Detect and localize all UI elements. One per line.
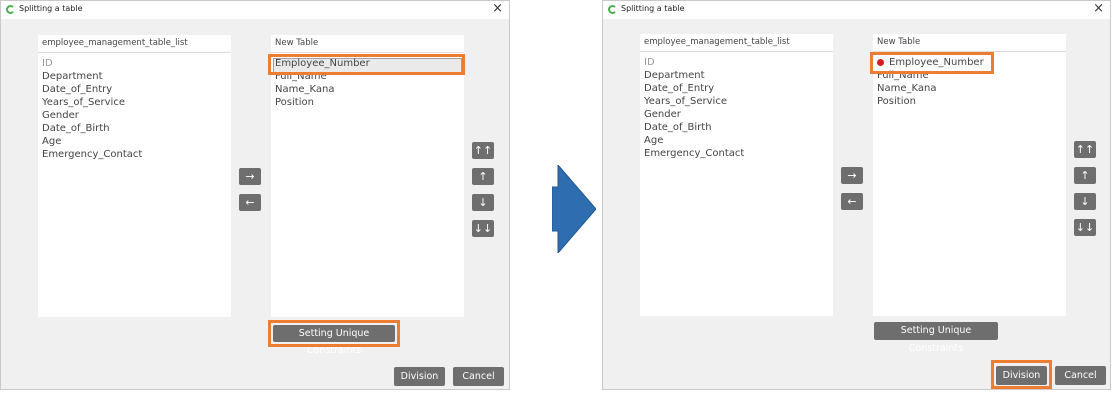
- list-item[interactable]: Department: [42, 70, 142, 83]
- source-table-list[interactable]: employee_management_table_list ID Depart…: [640, 34, 833, 316]
- move-right-button[interactable]: →: [239, 168, 261, 185]
- title-bar: Splitting a table ×: [603, 1, 1110, 19]
- close-icon[interactable]: ×: [1093, 2, 1104, 16]
- list-item[interactable]: ID: [42, 57, 142, 70]
- cancel-button[interactable]: Cancel: [453, 367, 504, 386]
- transition-arrow-icon: [552, 165, 596, 253]
- dialog-content: employee_management_table_list ID Depart…: [1, 19, 509, 389]
- new-table-header: New Table: [873, 34, 1066, 52]
- move-down-button[interactable]: ↓: [472, 194, 494, 211]
- new-table-header: New Table: [271, 35, 464, 53]
- move-bottom-button[interactable]: ↓↓: [1074, 219, 1096, 236]
- app-logo-icon: [6, 5, 15, 14]
- move-up-button[interactable]: ↑: [1074, 167, 1096, 184]
- move-top-button[interactable]: ↑↑: [1074, 141, 1096, 158]
- new-table-list[interactable]: New Table Employee_Number Full_Name Name…: [873, 34, 1066, 316]
- dialog-content: employee_management_table_list ID Depart…: [603, 19, 1110, 389]
- list-item[interactable]: Age: [42, 135, 142, 148]
- new-table-list[interactable]: New Table Employee_Number Full_Name Name…: [271, 35, 464, 317]
- list-item[interactable]: Emergency_Contact: [42, 148, 142, 161]
- split-table-dialog-before: Splitting a table × employee_management_…: [0, 0, 510, 390]
- move-left-button[interactable]: ←: [841, 193, 863, 210]
- list-item[interactable]: Age: [644, 134, 744, 147]
- list-item[interactable]: Gender: [644, 108, 744, 121]
- title-bar: Splitting a table ×: [1, 1, 509, 19]
- move-down-button[interactable]: ↓: [1074, 193, 1096, 210]
- split-table-dialog-after: Splitting a table × employee_management_…: [602, 0, 1111, 390]
- highlight-division-button: [991, 360, 1052, 389]
- list-item[interactable]: Name_Kana: [275, 83, 370, 96]
- list-item[interactable]: Department: [644, 69, 744, 82]
- app-logo-icon: [608, 5, 617, 14]
- list-item[interactable]: Date_of_Entry: [42, 83, 142, 96]
- list-item[interactable]: Name_Kana: [877, 82, 984, 95]
- highlight-employee-number: [870, 52, 994, 74]
- list-item[interactable]: Date_of_Birth: [644, 121, 744, 134]
- list-item[interactable]: Gender: [42, 109, 142, 122]
- source-list-header: employee_management_table_list: [38, 35, 231, 53]
- close-icon[interactable]: ×: [492, 2, 503, 16]
- cancel-button[interactable]: Cancel: [1055, 366, 1106, 385]
- move-bottom-button[interactable]: ↓↓: [472, 220, 494, 237]
- move-right-button[interactable]: →: [841, 167, 863, 184]
- dialog-title: Splitting a table: [621, 4, 685, 13]
- list-item-selected[interactable]: Employee_Number: [273, 57, 462, 73]
- list-item[interactable]: Years_of_Service: [644, 95, 744, 108]
- move-top-button[interactable]: ↑↑: [472, 142, 494, 159]
- list-item[interactable]: Emergency_Contact: [644, 147, 744, 160]
- source-list-header: employee_management_table_list: [640, 34, 833, 52]
- dialog-title: Splitting a table: [19, 4, 83, 13]
- highlight-unique-button: [268, 320, 400, 347]
- list-item[interactable]: Date_of_Birth: [42, 122, 142, 135]
- list-item[interactable]: Years_of_Service: [42, 96, 142, 109]
- list-item[interactable]: Date_of_Entry: [644, 82, 744, 95]
- source-table-list[interactable]: employee_management_table_list ID Depart…: [38, 35, 231, 317]
- move-left-button[interactable]: ←: [239, 194, 261, 211]
- list-item[interactable]: Position: [877, 95, 984, 108]
- division-button[interactable]: Division: [394, 367, 445, 386]
- unique-constraints-button[interactable]: Setting Unique Constraints: [874, 322, 998, 354]
- move-up-button[interactable]: ↑: [472, 168, 494, 185]
- list-item[interactable]: ID: [644, 56, 744, 69]
- list-item[interactable]: Position: [275, 96, 370, 109]
